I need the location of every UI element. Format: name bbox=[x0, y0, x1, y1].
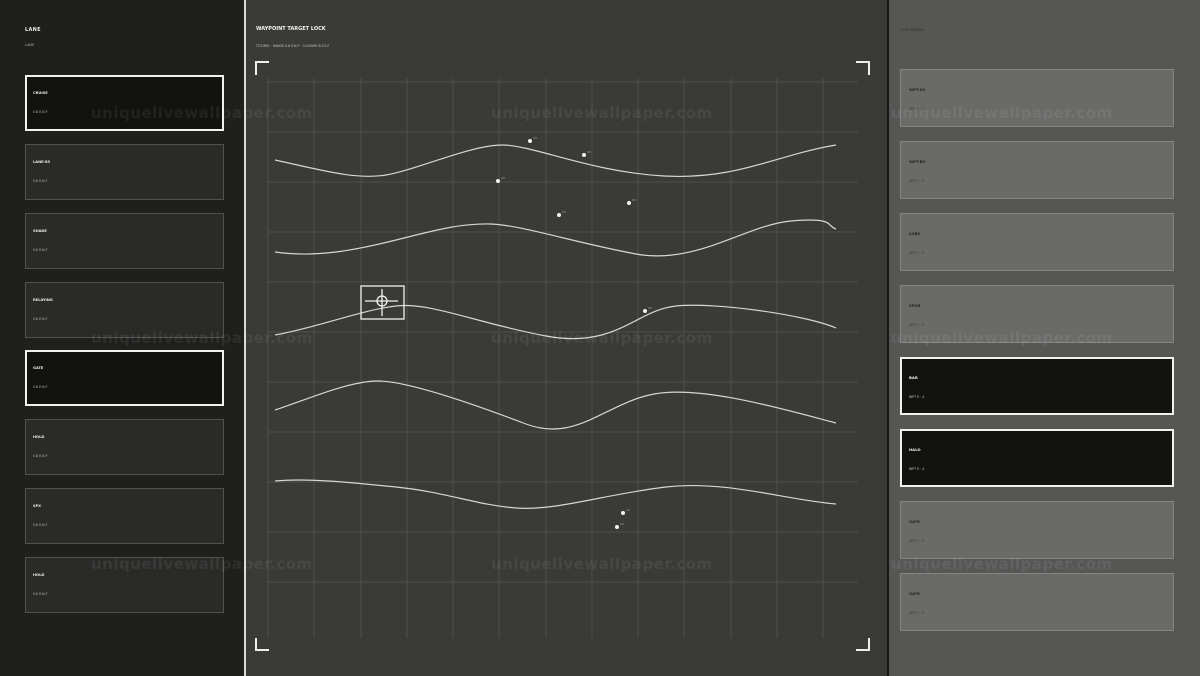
lane-card-cruise[interactable]: CRUISE 0.8 E:N.F bbox=[25, 75, 224, 131]
waypoint-dot bbox=[528, 139, 532, 143]
waypoint-card-value: WPT 0 · 4 bbox=[909, 467, 925, 471]
lane-card-name: HOLD bbox=[33, 435, 45, 439]
waypoint-card-value: WPT 0 · 4 bbox=[909, 323, 925, 327]
waypoint-card-lobe[interactable]: LOBE WPT 0 · 4 bbox=[900, 213, 1174, 271]
lane-card-value: 0.8 E:N.F bbox=[33, 110, 48, 114]
trajectory-wave bbox=[274, 479, 837, 509]
lane-card-value: 0.8 E:N.F bbox=[33, 179, 48, 183]
lane-card-relaying[interactable]: RELAYING 0.8 E:N.F bbox=[25, 282, 224, 338]
trajectory-wave bbox=[274, 144, 837, 178]
lock-board-title: LOCK BOARD bbox=[900, 28, 924, 32]
panel-divider bbox=[887, 0, 889, 676]
waypoint-card-wpt-a3[interactable]: WPT-A3 WPT 0 · 4 bbox=[900, 69, 1174, 127]
waypoint-card-name: GATE bbox=[909, 519, 920, 524]
lane-card-name: RELAYING bbox=[33, 298, 53, 302]
waypoint-card-name: WPT-A3 bbox=[909, 87, 926, 92]
trajectory-waves bbox=[274, 144, 837, 509]
target-lock-view: WAYPOINT TARGET LOCK TGT-WPL · RANGE 0.8… bbox=[246, 0, 887, 676]
waypoint-card-value: WPT 0 · 4 bbox=[909, 539, 925, 543]
waypoint-card-wpt-b5[interactable]: WPT-B5 WPT 0 · 4 bbox=[900, 141, 1174, 199]
waypoint-card-value: WPT 0 · 4 bbox=[909, 179, 925, 183]
lane-card-value: 0.8 E:N.F bbox=[33, 523, 48, 527]
waypoint-card-halo[interactable]: HALO WPT 0 · 4 bbox=[900, 429, 1174, 487]
waypoint-card-value: WPT 0 · 4 bbox=[909, 611, 925, 615]
lane-card-value: 0.8 E:N.F bbox=[33, 385, 48, 389]
waypoint-dot bbox=[582, 153, 586, 157]
lane-card-name: SPX bbox=[33, 504, 41, 508]
waypoint-card-value: WPT 0 · 4 bbox=[909, 395, 925, 399]
lane-card-value: 0.8 E:N.F bbox=[33, 454, 48, 458]
waypoint-card-spur[interactable]: SPUR WPT 0 · 4 bbox=[900, 285, 1174, 343]
lane-card-hold[interactable]: HOLD 0.8 E:N.F bbox=[25, 419, 224, 475]
trajectory-wave bbox=[274, 380, 837, 430]
lane-card-name: CRUISE bbox=[33, 91, 48, 95]
waypoint-dot bbox=[557, 213, 561, 217]
waypoint-card-name: WPT-B5 bbox=[909, 159, 926, 164]
waypoint-card-name: BAR bbox=[909, 375, 918, 380]
lane-card-name: SHADE bbox=[33, 229, 47, 233]
waypoint-card-value: WPT 0 · 4 bbox=[909, 251, 925, 255]
lane-card-shade[interactable]: SHADE 0.8 E:N.F bbox=[25, 213, 224, 269]
lane-card-value: 0.8 E:N.F bbox=[33, 248, 48, 252]
lane-card-name: LANE-85 bbox=[33, 160, 51, 164]
lane-card-name: HOLD bbox=[33, 573, 45, 577]
waypoint-dot bbox=[627, 201, 631, 205]
waypoint-card-bar[interactable]: BAR WPT 0 · 4 bbox=[900, 357, 1174, 415]
lane-card-value: 0.8 E:N.F bbox=[33, 592, 48, 596]
waypoint-dot bbox=[643, 309, 647, 313]
waypoint-card-name: LOBE bbox=[909, 231, 920, 236]
trajectory-wave bbox=[274, 304, 837, 340]
waypoint-card-gate-2[interactable]: GATE WPT 0 · 4 bbox=[900, 573, 1174, 631]
waypoint-plot[interactable] bbox=[246, 0, 887, 676]
lane-card-hold-2[interactable]: HOLD 0.8 E:N.F bbox=[25, 557, 224, 613]
waypoint-dot bbox=[621, 511, 625, 515]
lane-panel: LANE LANE CRUISE 0.8 E:N.F LANE-85 0.8 E… bbox=[0, 0, 246, 676]
waypoint-card-value: WPT 0 · 4 bbox=[909, 107, 925, 111]
lock-board-panel: LOCK BOARD WPT-A3 WPT 0 · 4 WPT-B5 WPT 0… bbox=[887, 0, 1200, 676]
lane-card-lane-85[interactable]: LANE-85 0.8 E:N.F bbox=[25, 144, 224, 200]
waypoint-card-name: HALO bbox=[909, 447, 921, 452]
waypoint-card-gate[interactable]: GATE WPT 0 · 4 bbox=[900, 501, 1174, 559]
waypoint-dot bbox=[496, 179, 500, 183]
lane-card-spx[interactable]: SPX 0.8 E:N.F bbox=[25, 488, 224, 544]
crosshair-icon bbox=[360, 285, 405, 320]
lane-panel-title: LANE bbox=[25, 27, 41, 33]
waypoint-card-name: SPUR bbox=[909, 303, 921, 308]
waypoint-card-name: GATE bbox=[909, 591, 920, 596]
waypoint-dot bbox=[615, 525, 619, 529]
lane-card-name: GATE bbox=[33, 366, 44, 370]
waypoint-markers bbox=[496, 139, 647, 529]
lane-card-gate[interactable]: GATE 0.8 E:N.F bbox=[25, 350, 224, 406]
trajectory-wave bbox=[274, 219, 837, 257]
lane-card-value: 0.8 E:N.F bbox=[33, 317, 48, 321]
lane-panel-subtitle: LANE bbox=[25, 43, 35, 47]
